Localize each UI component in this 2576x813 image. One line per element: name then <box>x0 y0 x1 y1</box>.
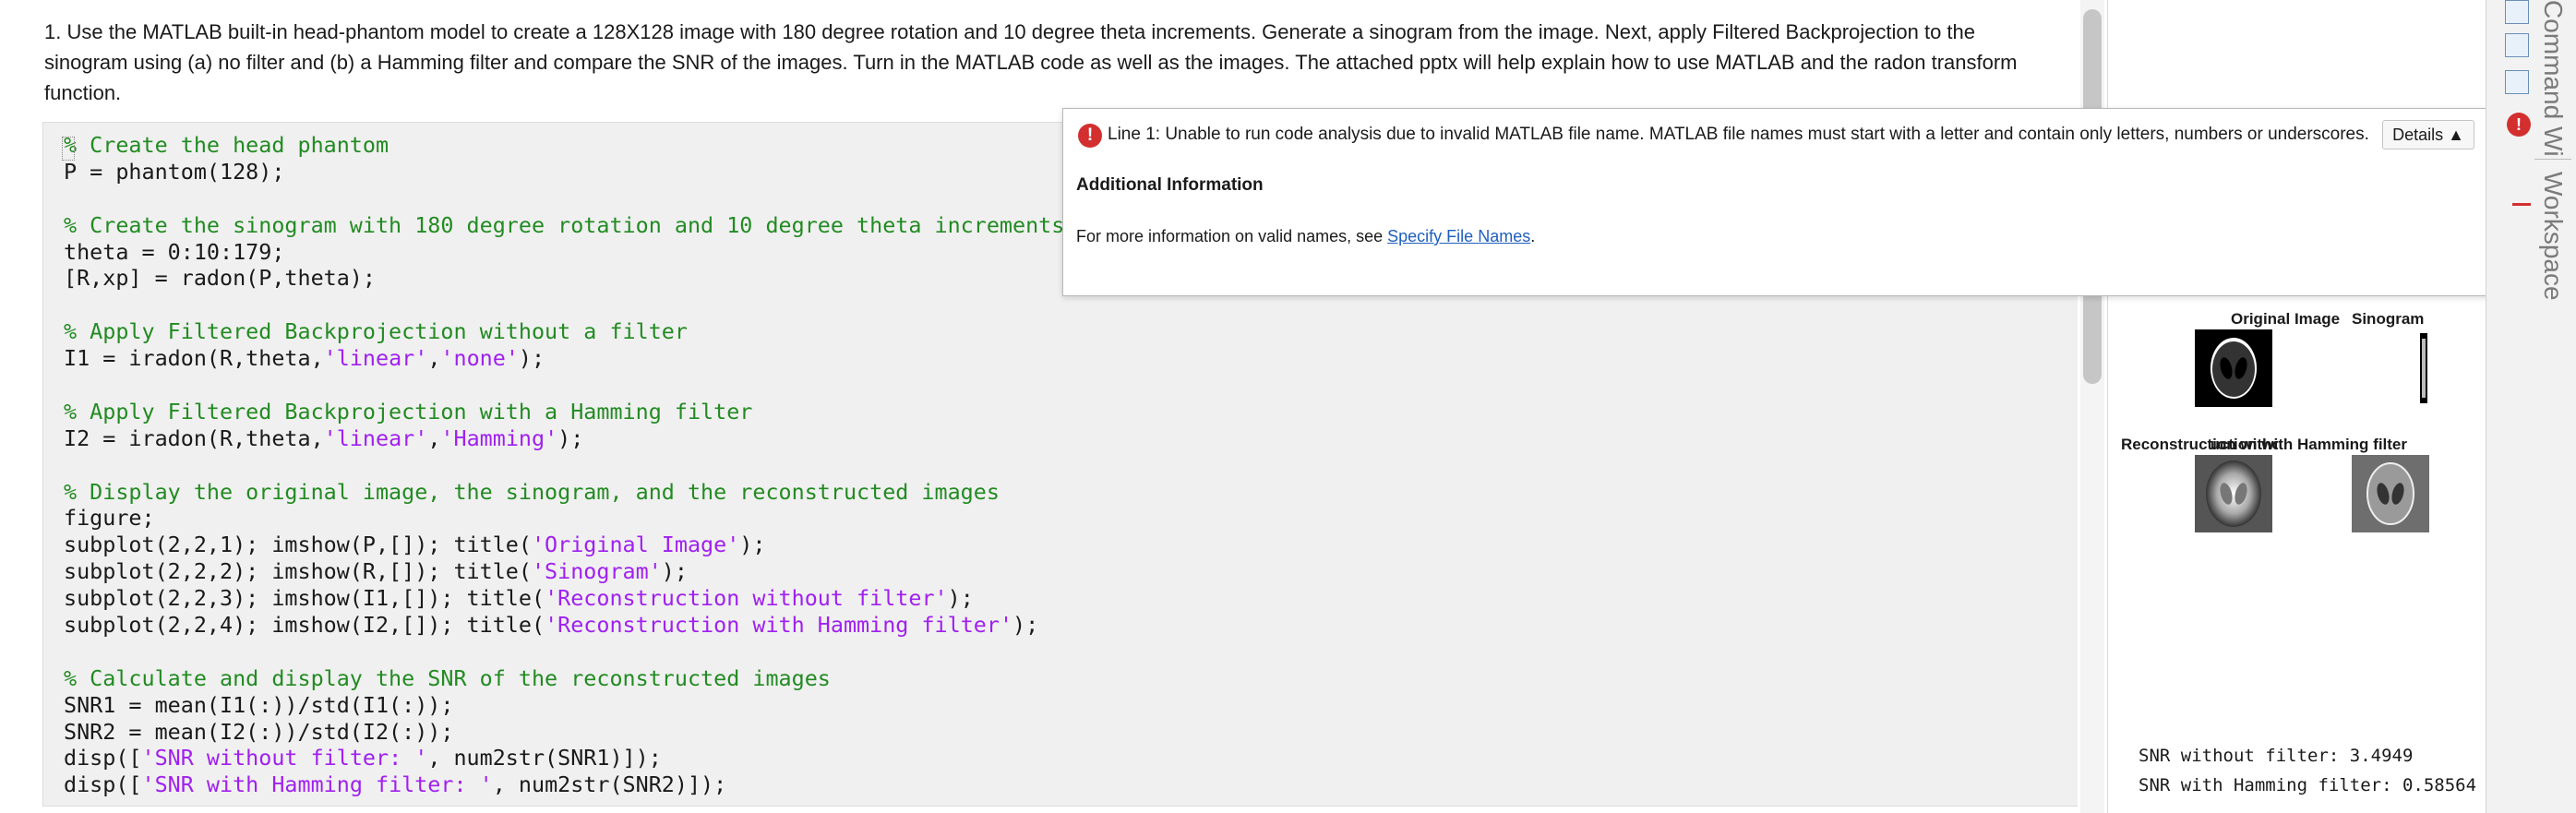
code-line[interactable]: I1 = iradon(R,theta,'linear','none'); <box>64 345 1064 372</box>
error-indicator-icon[interactable]: ! <box>2507 113 2531 137</box>
additional-info-text: For more information on valid names, see… <box>1076 227 1535 246</box>
code-line[interactable]: P = phantom(128); <box>64 159 1064 185</box>
details-label: Details <box>2392 126 2444 144</box>
code-line[interactable]: % Create the sinogram with 180 degree ro… <box>64 212 1064 239</box>
details-arrow-icon: ▲ <box>2448 126 2464 144</box>
output-snr-hamming: SNR with Hamming filter: 0.58564 <box>2139 775 2477 795</box>
toolbar-icon[interactable] <box>2505 70 2529 94</box>
code-line[interactable]: % Create the head phantom <box>64 132 1064 159</box>
title-sinogram: Sinogram <box>2352 310 2425 328</box>
text-cursor <box>62 137 75 161</box>
details-button[interactable]: Details ▲ <box>2382 120 2474 149</box>
code-line[interactable] <box>64 639 1064 665</box>
code-line[interactable] <box>64 452 1064 479</box>
tab-workspace[interactable]: Workspace <box>2538 172 2568 301</box>
tab-divider <box>2534 159 2571 160</box>
info-prefix: For more information on valid names, see <box>1076 227 1388 245</box>
code-line[interactable]: theta = 0:10:179; <box>64 239 1064 266</box>
code-line[interactable] <box>64 185 1064 212</box>
code-line[interactable]: % Apply Filtered Backprojection with a H… <box>64 399 1064 425</box>
code-line[interactable]: I2 = iradon(R,theta,'linear','Hamming'); <box>64 425 1064 452</box>
code-line[interactable]: SNR1 = mean(I1(:))/std(I1(:)); <box>64 692 1064 719</box>
code-line[interactable]: figure; <box>64 505 1064 532</box>
code-listing[interactable]: % Create the head phantom P = phantom(128… <box>64 132 1064 798</box>
code-line[interactable]: % Apply Filtered Backprojection without … <box>64 318 1064 345</box>
code-line[interactable]: subplot(2,2,3); imshow(I1,[]); title('Re… <box>64 585 1064 612</box>
error-icon: ! <box>1078 124 1102 148</box>
code-line[interactable]: subplot(2,2,4); imshow(I2,[]); title('Re… <box>64 612 1064 639</box>
code-line[interactable]: disp(['SNR without filter: ', num2str(SN… <box>64 745 1064 771</box>
question-text: 1. Use the MATLAB built-in head-phantom … <box>44 20 2018 104</box>
additional-info-heading: Additional Information <box>1076 175 1264 195</box>
output-snr-none: SNR without filter: 3.4949 <box>2139 746 2414 766</box>
code-line[interactable]: % Display the original image, the sinogr… <box>64 479 1064 506</box>
toolbar-icon[interactable] <box>2505 33 2529 57</box>
error-message: Line 1: Unable to run code analysis due … <box>1108 125 2369 144</box>
toolbar-icon[interactable] <box>2505 0 2529 24</box>
code-line[interactable]: % Calculate and display the SNR of the r… <box>64 665 1064 692</box>
code-line[interactable]: subplot(2,2,1); imshow(P,[]); title('Ori… <box>64 532 1064 558</box>
code-line[interactable]: SNR2 = mean(I2(:))/std(I2(:)); <box>64 719 1064 746</box>
code-line[interactable]: [R,xp] = radon(P,theta); <box>64 265 1064 292</box>
code-line[interactable]: disp(['SNR with Hamming filter: ', num2s… <box>64 771 1064 798</box>
sinogram-image <box>2385 329 2462 407</box>
code-line[interactable] <box>64 372 1064 399</box>
code-analysis-popup: ! Line 1: Unable to run code analysis du… <box>1062 108 2490 296</box>
original-image <box>2195 329 2272 407</box>
recon-none-image <box>2195 455 2272 532</box>
title-original: Original Image <box>2231 310 2341 328</box>
code-line[interactable] <box>64 292 1064 318</box>
tab-command-window[interactable]: Command Window <box>2538 0 2568 157</box>
info-suffix: . <box>1530 227 1536 245</box>
recon-hamming-image <box>2352 455 2429 532</box>
code-line[interactable]: subplot(2,2,2); imshow(R,[]); title('Sin… <box>64 558 1064 585</box>
title-recon-hamming: Reconstruction with Hamming filter <box>2211 436 2407 453</box>
specify-file-names-link[interactable]: Specify File Names <box>1387 227 1530 245</box>
error-marker[interactable] <box>2512 203 2531 206</box>
side-toolbar: ! Command Window Workspace <box>2486 0 2576 813</box>
